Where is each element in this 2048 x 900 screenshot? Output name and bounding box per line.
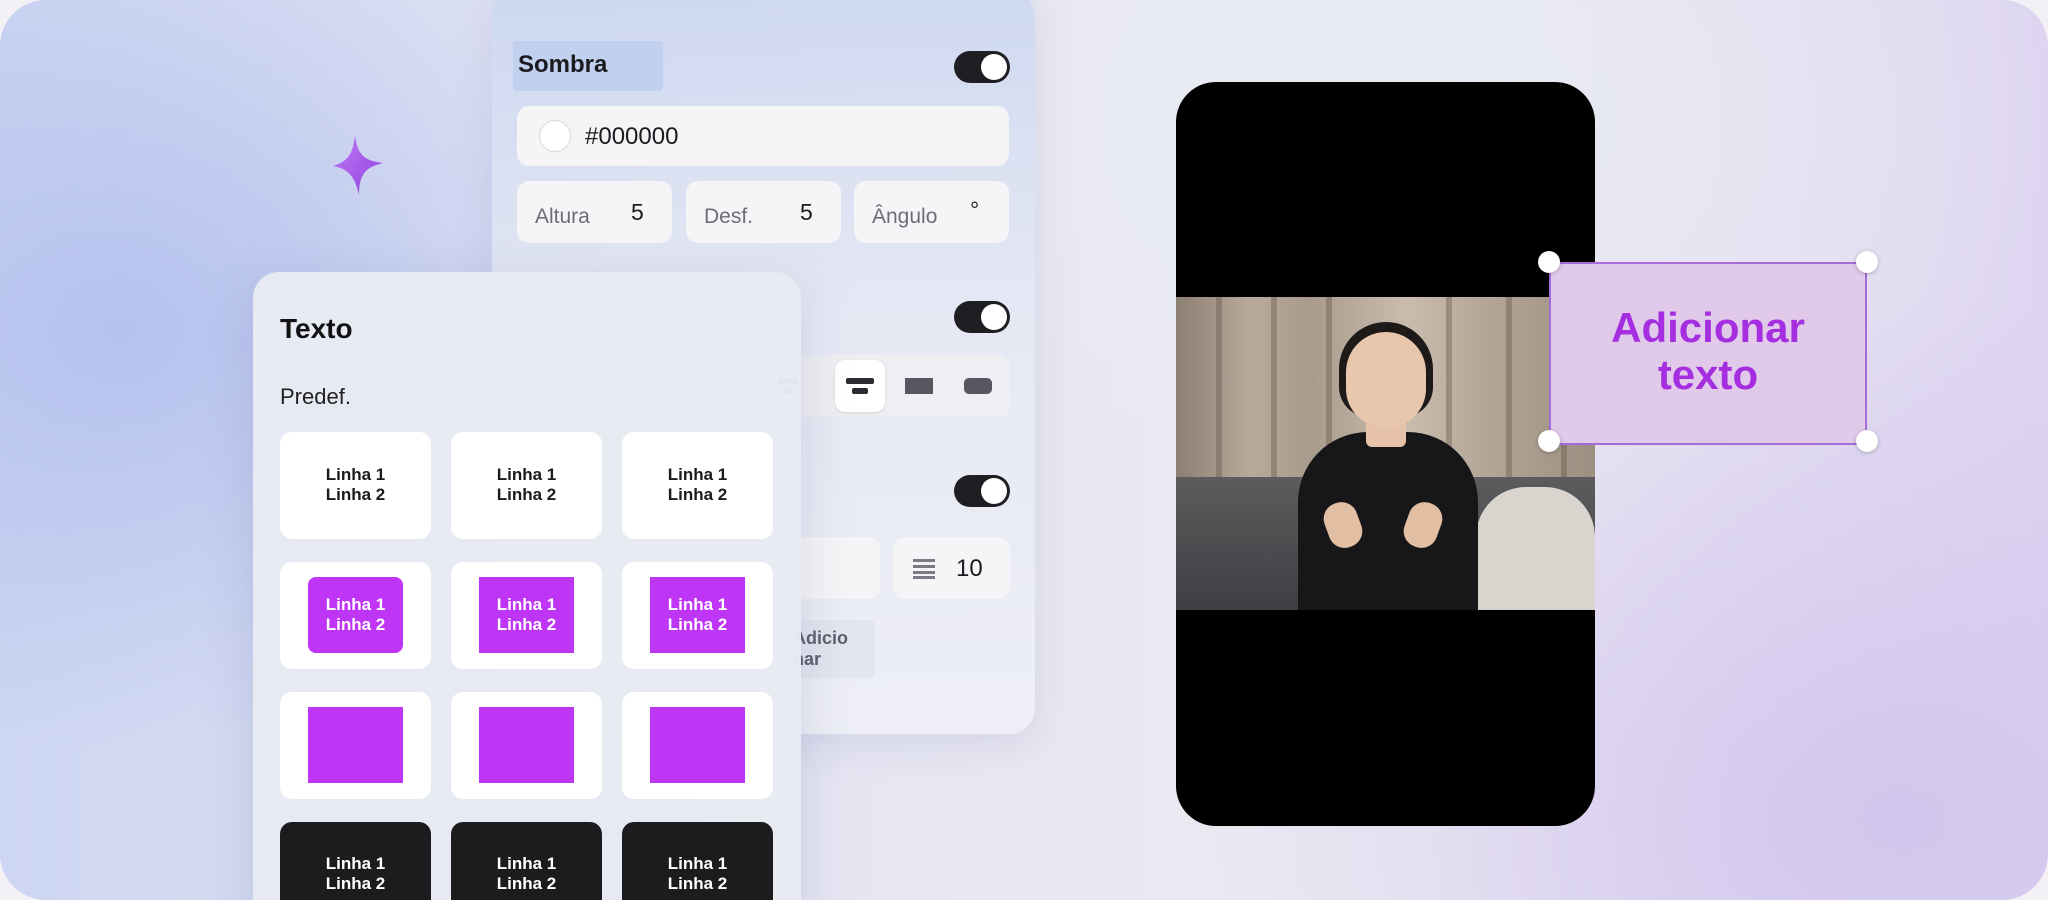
armchair bbox=[1476, 487, 1595, 610]
resize-handle-top-left[interactable] bbox=[1538, 251, 1560, 273]
align-center-button[interactable] bbox=[835, 360, 885, 412]
overlay-text-line1: Adicionar bbox=[1611, 304, 1805, 351]
add-button-label: Adicio nar bbox=[793, 628, 849, 669]
text-presets-panel: Texto Predef. Linha 1 Linha 2 Linha 1 Linh… bbox=[253, 272, 801, 900]
text-panel-title: Texto bbox=[280, 313, 353, 344]
preset-box-rounded[interactable]: Linha 1 Linha 2 bbox=[280, 562, 431, 669]
preset-box-square[interactable]: Linha 1 Linha 2 bbox=[451, 562, 602, 669]
preset-dark-2[interactable]: Linha 1 Linha 2 bbox=[451, 822, 602, 900]
preset-fill-3[interactable] bbox=[622, 692, 773, 799]
person-face bbox=[1346, 332, 1426, 427]
align-center-icon bbox=[846, 378, 874, 394]
shadow-color-field[interactable]: #000000 bbox=[517, 106, 1009, 166]
sparkle-icon bbox=[333, 135, 383, 195]
blur-label: Desf. bbox=[704, 205, 754, 228]
preset-dark-1[interactable]: Linha 1 Linha 2 bbox=[280, 822, 431, 900]
phone-preview bbox=[1176, 82, 1595, 826]
overlay-text-line2: texto bbox=[1657, 351, 1759, 398]
shadow-section-title: Sombra bbox=[518, 51, 608, 78]
height-field[interactable]: Altura 5 bbox=[517, 181, 672, 243]
color-swatch[interactable] bbox=[539, 120, 571, 152]
height-label: Altura bbox=[535, 205, 590, 228]
preset-plain-2[interactable]: Linha 1 Linha 2 bbox=[451, 432, 602, 539]
preset-dark-3[interactable]: Linha 1 Linha 2 bbox=[622, 822, 773, 900]
outline-toggle[interactable] bbox=[954, 475, 1010, 507]
preset-plain-3[interactable]: Linha 1 Linha 2 bbox=[622, 432, 773, 539]
resize-handle-bottom-left[interactable] bbox=[1538, 430, 1560, 452]
preset-fill-1[interactable] bbox=[280, 692, 431, 799]
presets-label: Predef. bbox=[280, 384, 351, 409]
square-box-icon bbox=[905, 378, 933, 394]
resize-handle-top-right[interactable] bbox=[1856, 251, 1878, 273]
resize-handle-bottom-right[interactable] bbox=[1856, 430, 1878, 452]
angle-label: Ângulo bbox=[872, 205, 938, 228]
shadow-toggle[interactable] bbox=[954, 51, 1010, 83]
line-spacing-value: 10 bbox=[956, 555, 983, 582]
preset-plain-1[interactable]: Linha 1 Linha 2 bbox=[280, 432, 431, 539]
box-square-button[interactable] bbox=[894, 360, 944, 412]
text-overlay-box[interactable]: Adicionar texto bbox=[1549, 262, 1867, 445]
shadow-color-value: #000000 bbox=[585, 123, 679, 150]
background-toggle[interactable] bbox=[954, 301, 1010, 333]
angle-field[interactable]: Ângulo ° bbox=[854, 181, 1009, 243]
line-spacing-icon bbox=[913, 559, 935, 579]
background: Sombra #000000 Altura 5 Desf. 5 Ângulo ° bbox=[0, 0, 2048, 900]
video-frame[interactable] bbox=[1176, 297, 1595, 610]
box-rounded-button[interactable] bbox=[953, 360, 1003, 412]
height-value: 5 bbox=[631, 199, 644, 225]
blur-value: 5 bbox=[800, 199, 813, 225]
preset-fill-2[interactable] bbox=[451, 692, 602, 799]
blur-field[interactable]: Desf. 5 bbox=[686, 181, 841, 243]
preset-box-square-2[interactable]: Linha 1 Linha 2 bbox=[622, 562, 773, 669]
angle-value: ° bbox=[970, 197, 980, 223]
line-spacing-field[interactable]: 10 bbox=[893, 537, 1010, 599]
rounded-box-icon bbox=[964, 378, 992, 394]
